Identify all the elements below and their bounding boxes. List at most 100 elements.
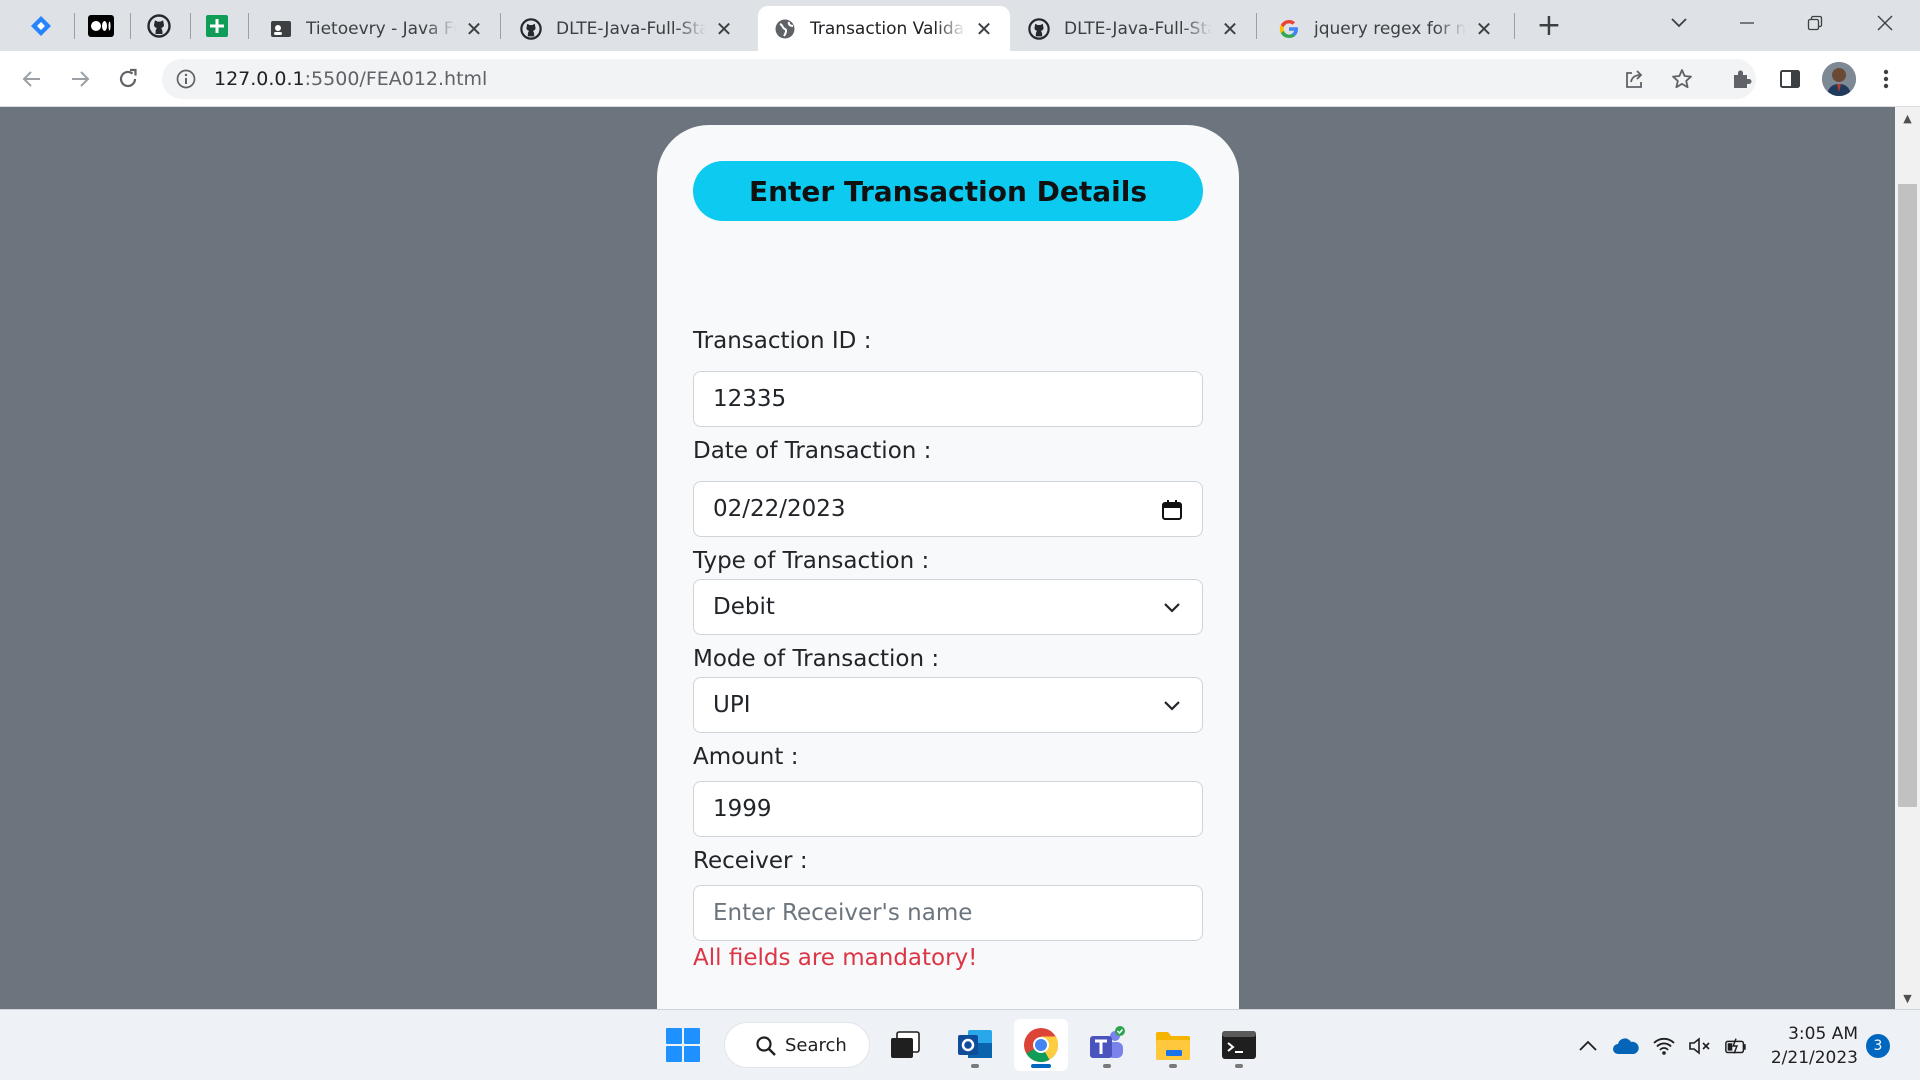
- google-sheets-icon: [206, 15, 228, 37]
- onedrive-icon[interactable]: [1612, 1034, 1640, 1058]
- tab-search-button[interactable]: [1654, 6, 1704, 40]
- receiver-label: Receiver :: [693, 848, 808, 874]
- transaction-id-label: Transaction ID :: [693, 328, 872, 354]
- tab-transaction-validation[interactable]: Transaction Validation ✕: [758, 6, 1010, 51]
- validation-error-message: All fields are mandatory!: [693, 945, 978, 971]
- browser-toolbar: 127.0.0.1:5500/FEA012.html: [0, 51, 1920, 107]
- bookmark-star-icon[interactable]: [1670, 67, 1694, 91]
- close-tab-icon[interactable]: ✕: [1220, 19, 1240, 39]
- minimize-button[interactable]: [1722, 6, 1772, 40]
- reload-icon: [119, 68, 137, 88]
- wifi-icon[interactable]: [1652, 1034, 1676, 1058]
- scroll-down-arrow-icon[interactable]: ▼: [1895, 987, 1920, 1009]
- jira-icon: [31, 16, 51, 36]
- tab-title: jquery regex for name: [1314, 18, 1466, 39]
- address-bar[interactable]: 127.0.0.1:5500/FEA012.html: [162, 59, 1756, 99]
- share-icon[interactable]: [1622, 67, 1646, 91]
- menu-icon[interactable]: [1872, 65, 1900, 93]
- tab-title: Transaction Validation: [810, 18, 966, 39]
- url-text[interactable]: 127.0.0.1:5500/FEA012.html: [214, 59, 487, 99]
- profile-avatar[interactable]: [1822, 62, 1856, 96]
- pinned-tab-jira[interactable]: [18, 6, 64, 46]
- pinned-tab-medium[interactable]: [78, 6, 124, 46]
- scroll-thumb[interactable]: [1898, 184, 1917, 807]
- globe-icon: [774, 18, 796, 40]
- page-viewport: Enter Transaction Details Transaction ID…: [0, 107, 1895, 1009]
- close-icon: [1877, 15, 1893, 31]
- pinned-tab-sheets[interactable]: [194, 6, 240, 46]
- close-tab-icon[interactable]: ✕: [464, 19, 484, 39]
- mode-select[interactable]: UPI: [693, 677, 1203, 733]
- new-tab-button[interactable]: +: [1524, 7, 1574, 43]
- chevron-down-icon: [1671, 18, 1687, 28]
- side-panel-icon[interactable]: [1776, 65, 1804, 93]
- clock-date: 2/21/2023: [1770, 1048, 1858, 1068]
- forward-button[interactable]: [62, 61, 98, 97]
- vertical-scrollbar[interactable]: ▲ ▼: [1895, 107, 1920, 1009]
- tab-separator: [130, 13, 131, 39]
- type-select[interactable]: Debit: [693, 579, 1203, 635]
- start-button[interactable]: [656, 1019, 710, 1071]
- teams-icon: [1090, 1026, 1125, 1058]
- calendar-icon[interactable]: [1160, 498, 1184, 522]
- tab-dlte-java-1[interactable]: DLTE-Java-Full-Stack ✕: [504, 6, 750, 51]
- notification-badge[interactable]: 3: [1866, 1034, 1890, 1058]
- minimize-icon: [1740, 22, 1754, 24]
- task-view-button[interactable]: [878, 1019, 932, 1071]
- restore-button[interactable]: [1790, 6, 1840, 40]
- reload-button[interactable]: [110, 61, 146, 97]
- back-button[interactable]: [14, 61, 50, 97]
- info-icon[interactable]: [176, 69, 196, 89]
- search-icon: [756, 1036, 776, 1056]
- github-icon: [147, 14, 171, 38]
- clock-time: 3:05 AM: [1788, 1024, 1858, 1044]
- close-tab-icon[interactable]: ✕: [714, 19, 734, 39]
- taskbar-search-box[interactable]: Search: [724, 1022, 870, 1068]
- restore-icon: [1807, 15, 1823, 31]
- system-clock[interactable]: 3:05 AM 2/21/2023: [1762, 1022, 1858, 1070]
- form-title: Enter Transaction Details: [693, 161, 1203, 221]
- taskbar-outlook[interactable]: [948, 1019, 1002, 1071]
- tab-separator: [1514, 13, 1515, 39]
- tab-separator: [190, 13, 191, 39]
- transaction-id-input[interactable]: [693, 371, 1203, 427]
- tab-separator: [1256, 13, 1257, 39]
- extensions-icon[interactable]: [1728, 65, 1756, 93]
- chevron-down-icon: [1164, 603, 1180, 613]
- pinned-tab-github[interactable]: [136, 6, 182, 46]
- windows-logo-icon: [666, 1028, 700, 1062]
- github-icon: [1028, 17, 1050, 40]
- close-tab-icon[interactable]: ✕: [1474, 19, 1494, 39]
- chevron-down-icon: [1164, 701, 1180, 711]
- windows-taskbar: Search 3:05 AM 2/21/2023 3: [0, 1009, 1920, 1080]
- google-icon: [1278, 18, 1300, 40]
- type-selected-value: Debit: [713, 594, 775, 620]
- tab-title: DLTE-Java-Full-Stack: [556, 18, 706, 39]
- mode-label: Mode of Transaction :: [693, 646, 940, 672]
- date-input[interactable]: 02/22/2023: [693, 481, 1203, 537]
- running-indicator: [971, 1064, 979, 1068]
- taskbar-file-explorer[interactable]: [1146, 1019, 1200, 1071]
- tab-tietoevry[interactable]: Tietoevry - Java Full ✕: [254, 6, 500, 51]
- running-indicator: [1031, 1064, 1051, 1068]
- outlook-icon: [958, 1030, 992, 1058]
- battery-charging-icon[interactable]: [1724, 1034, 1748, 1058]
- close-tab-icon[interactable]: ✕: [974, 19, 994, 39]
- tab-title: Tietoevry - Java Full: [306, 18, 456, 39]
- amount-input[interactable]: [693, 781, 1203, 837]
- taskbar-teams[interactable]: [1080, 1019, 1134, 1071]
- taskbar-chrome[interactable]: [1014, 1019, 1068, 1071]
- receiver-input[interactable]: [693, 885, 1203, 941]
- volume-muted-icon[interactable]: [1688, 1034, 1712, 1058]
- scroll-up-arrow-icon[interactable]: ▲: [1895, 107, 1920, 129]
- close-window-button[interactable]: [1860, 6, 1910, 40]
- running-indicator: [1169, 1064, 1177, 1068]
- plus-icon: +: [1536, 7, 1562, 43]
- chevron-up-icon[interactable]: [1576, 1034, 1600, 1058]
- tab-dlte-java-2[interactable]: DLTE-Java-Full-Stack ✕: [1012, 6, 1256, 51]
- mode-selected-value: UPI: [713, 692, 751, 718]
- running-indicator: [1103, 1064, 1111, 1068]
- tab-jquery-regex[interactable]: jquery regex for name ✕: [1262, 6, 1510, 51]
- taskbar-terminal[interactable]: [1212, 1019, 1266, 1071]
- url-host: 127.0.0.1: [214, 68, 305, 90]
